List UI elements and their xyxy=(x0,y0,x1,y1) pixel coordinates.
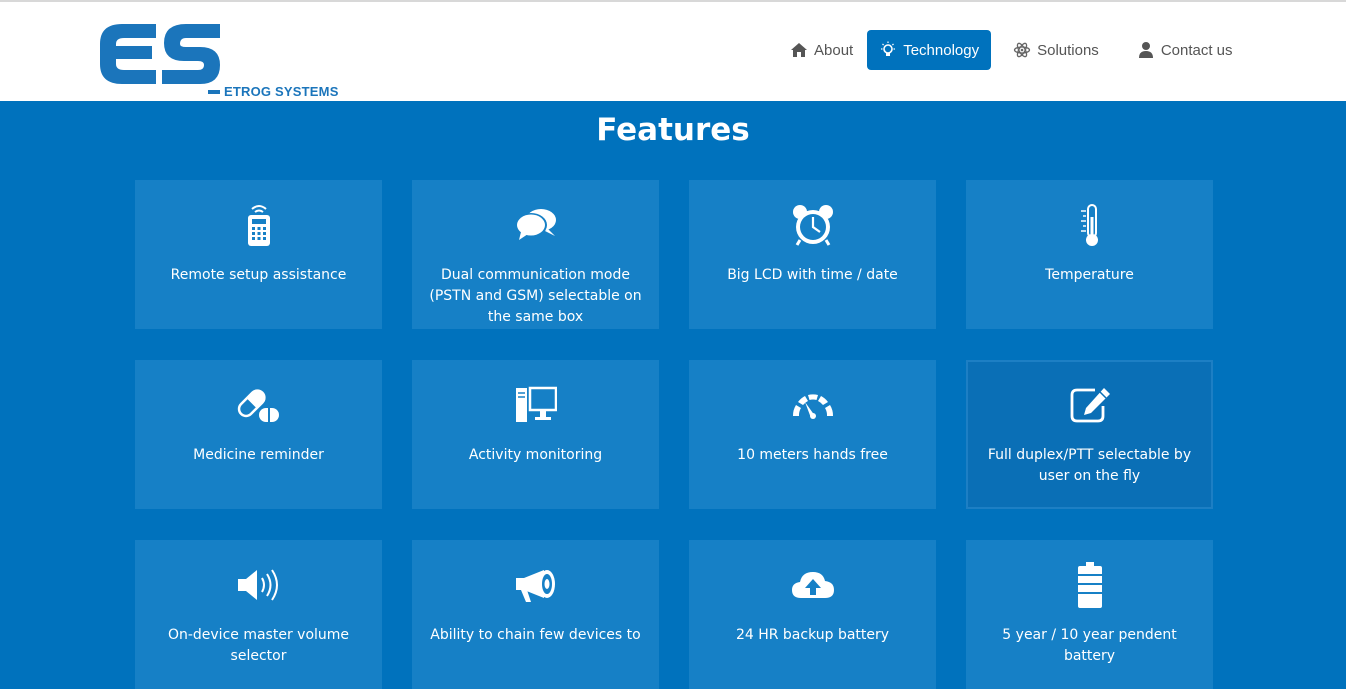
alarm-clock-icon xyxy=(788,202,838,248)
feature-label: On-device master volume selector xyxy=(167,627,350,664)
gauge-icon xyxy=(788,382,838,428)
user-icon xyxy=(1137,41,1155,59)
lightbulb-icon xyxy=(879,41,897,59)
nav-technology-label: Technology xyxy=(903,41,980,59)
feature-card: Temperature xyxy=(966,180,1213,329)
es-logo-mark xyxy=(100,24,220,94)
speaker-volume-icon xyxy=(234,562,284,608)
feature-label: Remote setup assistance xyxy=(170,267,347,283)
nav-contact-label: Contact us xyxy=(1160,41,1233,59)
feature-label: Dual communication mode (PSTN and GSM) s… xyxy=(429,267,642,325)
feature-label: Full duplex/PTT selectable by user on th… xyxy=(987,447,1192,484)
feature-label: Temperature xyxy=(1045,267,1134,283)
pills-icon xyxy=(234,382,284,428)
feature-label: 24 HR backup battery xyxy=(735,627,890,643)
feature-card: 24 HR backup battery xyxy=(689,540,936,689)
remote-control-icon xyxy=(234,202,284,248)
feature-label: 10 meters hands free xyxy=(737,447,888,463)
site-header: ETROG SYSTEMS About Technology Solutions… xyxy=(0,2,1346,101)
feature-label: 5 year / 10 year pendent battery xyxy=(1002,627,1177,664)
home-icon xyxy=(790,41,808,59)
atom-icon xyxy=(1013,41,1031,59)
feature-card: Big LCD with time / date xyxy=(689,180,936,329)
chat-bubbles-icon xyxy=(511,202,561,248)
nav-solutions[interactable]: Solutions xyxy=(1001,30,1111,70)
nav-about-label: About xyxy=(814,41,854,59)
feature-label: Ability to chain few devices to xyxy=(430,627,641,643)
feature-card: Ability to chain few devices to xyxy=(412,540,659,689)
nav-about[interactable]: About xyxy=(778,30,865,70)
thermometer-icon xyxy=(1065,202,1115,248)
features-grid: Remote setup assistance Dual communicati… xyxy=(135,180,1215,689)
main-nav: About Technology Solutions Contact us xyxy=(778,30,1247,70)
feature-label: Medicine reminder xyxy=(193,447,324,463)
battery-icon xyxy=(1065,562,1115,608)
feature-card: 10 meters hands free xyxy=(689,360,936,509)
feature-card: Activity monitoring xyxy=(412,360,659,509)
feature-card: Dual communication mode (PSTN and GSM) s… xyxy=(412,180,659,329)
brand-logo[interactable]: ETROG SYSTEMS xyxy=(100,24,340,100)
page-title: Features xyxy=(596,112,750,148)
feature-card: Remote setup assistance xyxy=(135,180,382,329)
feature-label: Big LCD with time / date xyxy=(727,267,898,283)
megaphone-icon xyxy=(511,562,561,608)
nav-solutions-label: Solutions xyxy=(1037,41,1099,59)
feature-card: 5 year / 10 year pendent battery xyxy=(966,540,1213,689)
brand-name: ETROG SYSTEMS xyxy=(224,84,339,99)
feature-card-highlighted: Full duplex/PTT selectable by user on th… xyxy=(966,360,1213,509)
feature-card: Medicine reminder xyxy=(135,360,382,509)
desktop-computer-icon xyxy=(511,382,561,428)
feature-label: Activity monitoring xyxy=(468,447,603,463)
nav-technology[interactable]: Technology xyxy=(867,30,992,70)
cloud-upload-icon xyxy=(788,562,838,608)
feature-card: On-device master volume selector xyxy=(135,540,382,689)
edit-icon xyxy=(1065,382,1115,428)
nav-contact[interactable]: Contact us xyxy=(1125,30,1245,70)
